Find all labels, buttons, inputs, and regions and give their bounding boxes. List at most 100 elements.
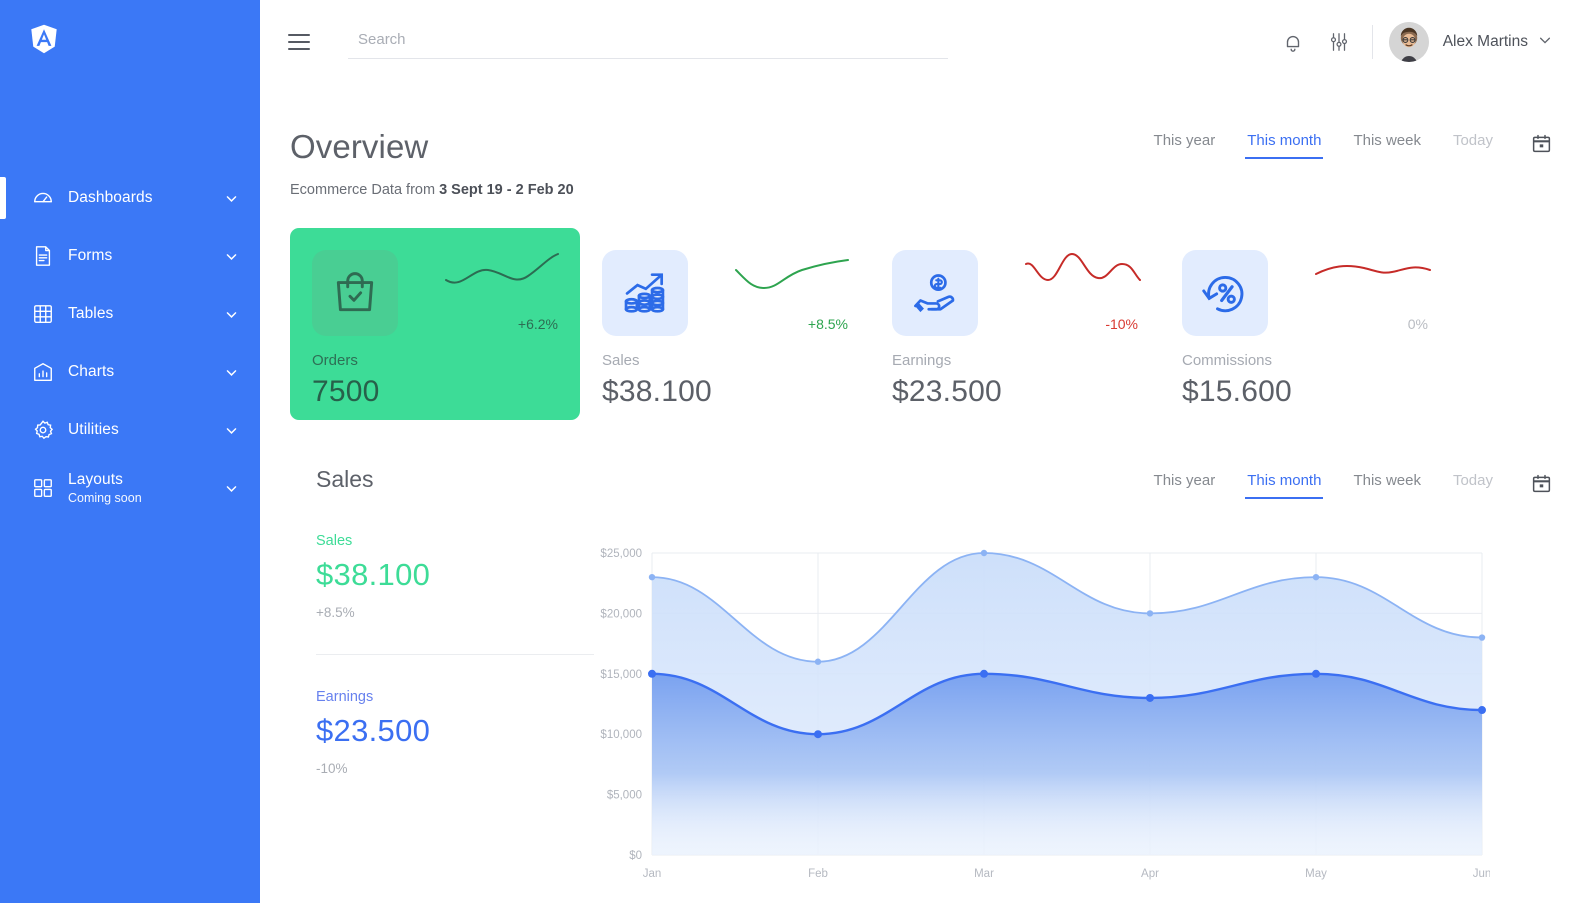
page-subtitle-range: 3 Sept 19 - 2 Feb 20 <box>439 182 574 198</box>
stat-value: 7500 <box>312 375 380 408</box>
stat-delta: +6.2% <box>517 316 558 332</box>
table-grid-icon <box>32 303 54 325</box>
metric-label: Sales <box>316 533 353 549</box>
chevron-down-icon[interactable] <box>225 482 238 495</box>
svg-text:$10,000: $10,000 <box>600 729 642 741</box>
svg-text:$25,000: $25,000 <box>600 548 642 560</box>
chevron-down-icon[interactable] <box>225 424 238 437</box>
page-subtitle: Ecommerce Data from 3 Sept 19 - 2 Feb 20 <box>290 182 1552 198</box>
sidebar-item-utilities[interactable]: Utilities <box>0 401 260 459</box>
sales-tab-this-week[interactable]: This week <box>1337 468 1437 499</box>
page-subtitle-prefix: Ecommerce Data from <box>290 182 440 198</box>
stat-card-earnings[interactable]: -10% Earnings $23.500 <box>870 228 1160 420</box>
sales-area-chart[interactable]: $0 $5,000 $10,000 $15,000 $20,000 $25,000 Jan… <box>590 539 1552 880</box>
stat-delta: -10% <box>1105 316 1138 332</box>
growth-coins-icon <box>602 250 688 336</box>
stat-delta: +8.5% <box>807 316 848 332</box>
svg-text:Feb: Feb <box>808 868 828 880</box>
main-content: Alex Martins Overview Ecommerce Data fro… <box>260 0 1586 903</box>
sidebar-item-tables[interactable]: Tables <box>0 285 260 343</box>
chevron-down-icon[interactable] <box>225 192 238 205</box>
metric-delta: -10% <box>316 761 348 776</box>
chevron-down-icon[interactable] <box>225 366 238 379</box>
page-header: Overview Ecommerce Data from 3 Sept 19 -… <box>260 84 1586 198</box>
percent-refresh-icon <box>1182 250 1268 336</box>
document-icon <box>32 245 54 267</box>
stat-label: Commissions <box>1182 352 1273 369</box>
avatar[interactable] <box>1388 22 1429 62</box>
svg-text:$15,000: $15,000 <box>600 669 642 681</box>
metric-sales: Sales $38.100 +8.5% <box>316 533 590 620</box>
sliders-icon[interactable] <box>1316 19 1362 65</box>
sidebar-item-label: Charts <box>68 363 115 381</box>
svg-text:Mar: Mar <box>974 868 994 880</box>
sparkline-sales <box>735 259 849 290</box>
sales-tab-this-month[interactable]: This month <box>1231 468 1337 499</box>
gauge-icon <box>32 187 54 209</box>
svg-text:May: May <box>1305 868 1327 880</box>
stat-label: Earnings <box>892 352 952 369</box>
stat-card-orders[interactable]: +6.2% Orders 7500 <box>290 228 580 420</box>
area-chart-svg[interactable]: $0 $5,000 $10,000 $15,000 $20,000 $25,000 Jan… <box>590 539 1490 889</box>
layout-squares-icon <box>32 477 54 499</box>
stat-label: Sales <box>602 352 640 369</box>
sidebar: Dashboards Forms Tables Charts Utilities… <box>0 0 260 903</box>
svg-text:Jan: Jan <box>643 868 662 880</box>
active-indicator <box>0 177 6 219</box>
svg-text:Apr: Apr <box>1141 868 1159 880</box>
search-input[interactable] <box>348 25 948 59</box>
sidebar-item-dashboards[interactable]: Dashboards <box>0 169 260 227</box>
svg-text:$20,000: $20,000 <box>600 608 642 620</box>
sidebar-logo[interactable] <box>0 0 260 54</box>
calendar-icon[interactable] <box>1531 133 1552 154</box>
sales-panel: Sales This year This month This week Tod… <box>260 466 1586 880</box>
sparkline-orders <box>445 253 559 284</box>
chevron-down-icon[interactable] <box>225 250 238 263</box>
sidebar-item-charts[interactable]: Charts <box>0 343 260 401</box>
stat-delta: 0% <box>1407 316 1428 332</box>
svg-text:$5,000: $5,000 <box>607 790 642 802</box>
angular-shield-logo <box>31 24 57 54</box>
metric-value: $23.500 <box>316 713 431 748</box>
search-box <box>348 25 948 59</box>
stat-card-commissions[interactable]: 0% Commissions $15.600 <box>1160 228 1450 420</box>
tab-today[interactable]: Today <box>1437 128 1509 159</box>
metric-divider <box>316 654 594 655</box>
sidebar-item-label: Dashboards <box>68 189 153 207</box>
tab-this-year[interactable]: This year <box>1138 128 1232 159</box>
calendar-icon[interactable] <box>1531 473 1552 494</box>
sales-tab-today[interactable]: Today <box>1437 468 1509 499</box>
metric-value: $38.100 <box>316 557 431 592</box>
hand-dollar-icon <box>892 250 978 336</box>
sidebar-item-forms[interactable]: Forms <box>0 227 260 285</box>
stat-label: Orders <box>312 352 358 369</box>
app-root: Dashboards Forms Tables Charts Utilities… <box>0 0 1586 903</box>
hamburger-menu-icon[interactable] <box>288 34 310 50</box>
tab-this-week[interactable]: This week <box>1337 128 1437 159</box>
metric-label: Earnings <box>316 689 374 705</box>
sidebar-item-layouts[interactable]: Layouts Coming soon <box>0 459 260 517</box>
sales-metrics: Sales $38.100 +8.5% Earnings $23.500 -10… <box>290 533 594 869</box>
stat-value: $15.600 <box>1182 375 1292 408</box>
sales-tab-this-year[interactable]: This year <box>1138 468 1232 499</box>
sales-body: Sales $38.100 +8.5% Earnings $23.500 -10… <box>290 533 1552 880</box>
chevron-down-icon[interactable] <box>225 308 238 321</box>
stat-cards: +6.2% Orders 7500 +8.5% Sales $38.100 -1… <box>260 198 1586 420</box>
gear-icon <box>32 419 54 441</box>
sidebar-item-label: Layouts <box>68 471 123 489</box>
bell-icon[interactable] <box>1270 19 1316 65</box>
sidebar-item-sublabel: Coming soon <box>68 490 142 505</box>
overview-tabs: This year This month This week Today <box>1138 128 1552 159</box>
chevron-down-icon[interactable] <box>1538 33 1552 52</box>
sidebar-item-label: Tables <box>68 305 114 323</box>
sparkline-earnings <box>1025 252 1141 282</box>
tab-this-month[interactable]: This month <box>1231 128 1337 159</box>
metric-delta: +8.5% <box>316 605 355 620</box>
sparkline-commissions <box>1315 265 1431 275</box>
metric-earnings: Earnings $23.500 -10% <box>316 689 590 776</box>
stat-card-sales[interactable]: +8.5% Sales $38.100 <box>580 228 870 420</box>
svg-text:$0: $0 <box>629 850 642 862</box>
sidebar-item-label: Forms <box>68 247 113 265</box>
topbar-divider <box>1371 25 1373 59</box>
topbar: Alex Martins <box>260 0 1586 84</box>
